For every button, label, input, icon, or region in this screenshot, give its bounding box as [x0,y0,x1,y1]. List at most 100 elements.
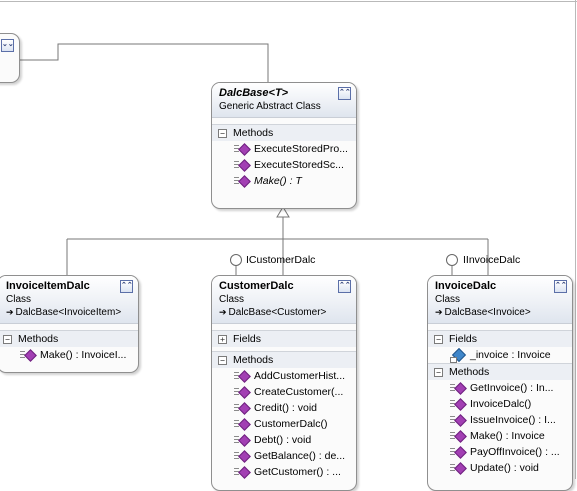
method-label: Credit() : void [254,402,318,414]
method-icon [20,349,37,362]
method-item[interactable]: Credit() : void [212,400,356,416]
class-title: CustomerDalc [219,280,294,292]
section-label: Methods [18,333,59,345]
class-shape-dalcbase[interactable]: DalcBase<T> Generic Abstract Class ⌃⌃ − … [211,82,357,209]
collapse-toggle-icon[interactable]: − [218,355,227,365]
methods-section-header[interactable]: − Methods [212,351,356,368]
method-item[interactable]: Make() : Invoice [428,428,572,444]
method-label: InvoiceDalc() [470,398,532,410]
method-icon [450,398,467,411]
method-label: IssueInvoice() : I... [470,414,556,426]
double-chevron-up-icon[interactable]: ⌃⌃ [554,280,567,293]
base-class-label: DalcBase<Invoice> [444,307,531,318]
double-chevron-up-icon[interactable]: ⌃⌃ [338,87,351,100]
field-label: _invoice : Invoice [470,349,551,361]
method-item[interactable]: ExecuteStoredSc... [212,157,356,173]
method-icon [450,382,467,395]
method-item[interactable]: GetCustomer() : ... [212,464,356,480]
method-item[interactable]: Make() : InvoiceI... [0,347,138,363]
method-icon [234,466,251,479]
method-label: Make() : InvoiceI... [40,349,127,361]
section-label: Methods [449,366,490,378]
inheritance-arrow-icon: ➔ [219,307,227,317]
interface-lollipop-icustomerdalc [230,254,242,266]
fields-section-header[interactable]: + Fields [212,330,356,347]
interface-label-icustomerdalc[interactable]: ICustomerDalc [246,254,315,266]
method-item[interactable]: ExecuteStoredPro... [212,141,356,157]
method-icon [234,370,251,383]
interface-lollipop-iinvoicedalc [446,254,458,266]
fields-section-header[interactable]: − Fields [428,330,572,347]
section-label: Methods [233,354,274,366]
methods-section-header[interactable]: − Methods [0,330,138,347]
method-item[interactable]: Make() : T [212,173,356,189]
class-title: InvoiceItemDalc [6,280,90,292]
method-label: ExecuteStoredPro... [254,143,348,155]
method-item[interactable]: PayOffInvoice() : ... [428,444,572,460]
method-item[interactable]: AddCustomerHist... [212,368,356,384]
class-header: DalcBase<T> Generic Abstract Class ⌃⌃ [212,83,356,118]
inheritance-info: ➔ DalcBase<InvoiceItem> [6,306,132,319]
class-stereotype: Generic Abstract Class [219,101,321,112]
method-label: Make() : T [254,175,302,187]
method-label: AddCustomerHist... [254,370,346,382]
class-title: InvoiceDalc [435,280,497,292]
double-chevron-up-icon[interactable]: ⌃⌃ [338,280,351,293]
method-item[interactable]: CustomerDalc() [212,416,356,432]
collapse-toggle-icon[interactable]: − [218,128,227,138]
section-label: Fields [449,333,478,345]
inheritance-info: ➔ DalcBase<Customer> [219,306,350,319]
method-icon [450,414,467,427]
method-item[interactable]: GetBalance() : de... [212,448,356,464]
method-label: CreateCustomer(... [254,386,344,398]
method-label: PayOffInvoice() : ... [470,446,560,458]
method-label: GetCustomer() : ... [254,466,341,478]
class-header: CustomerDalc Class ➔ DalcBase<Customer> ⌃… [212,276,356,324]
double-chevron-down-icon[interactable]: ⌄⌄ [1,39,14,52]
inheritance-arrow-icon: ➔ [6,307,14,317]
method-item[interactable]: Debt() : void [212,432,356,448]
method-icon [234,175,251,188]
collapse-toggle-icon[interactable]: − [434,334,443,344]
expand-toggle-icon[interactable]: + [218,334,227,344]
method-icon [450,462,467,475]
method-label: Update() : void [470,462,539,474]
base-class-label: DalcBase<InvoiceItem> [15,307,122,318]
method-item[interactable]: Update() : void [428,460,572,476]
inheritance-arrow-icon: ➔ [435,307,443,317]
class-header: InvoiceItemDalc Class ➔ DalcBase<InvoiceI… [0,276,138,324]
method-icon [234,143,251,156]
section-label: Fields [233,333,262,345]
field-item[interactable]: _invoice : Invoice [428,347,572,363]
class-shape-invoiceitemdalc[interactable]: InvoiceItemDalc Class ➔ DalcBase<InvoiceI… [0,275,139,373]
methods-section-header[interactable]: − Methods [212,124,356,141]
class-stereotype: Class [6,294,32,305]
method-icon [234,450,251,463]
double-chevron-up-icon[interactable]: ⌃⌃ [120,280,133,293]
interface-label-iinvoicedalc[interactable]: IInvoiceDalc [463,254,520,266]
method-item[interactable]: InvoiceDalc() [428,396,572,412]
method-icon [234,402,251,415]
method-label: CustomerDalc() [254,418,328,430]
class-stereotype: Class [219,294,245,305]
class-shape-customerdalc[interactable]: CustomerDalc Class ➔ DalcBase<Customer> ⌃… [211,275,357,491]
method-icon [450,430,467,443]
base-class-label: DalcBase<Customer> [228,307,327,318]
method-item[interactable]: GetInvoice() : In... [428,380,572,396]
class-shape-invoicedalc[interactable]: InvoiceDalc Class ➔ DalcBase<Invoice> ⌃⌃ … [427,275,573,491]
method-icon [234,418,251,431]
method-label: Make() : Invoice [470,430,545,442]
class-stereotype: Class [435,294,461,305]
collapsed-class-shape[interactable]: ⌄⌄ [0,33,20,83]
method-icon [234,386,251,399]
method-item[interactable]: IssueInvoice() : I... [428,412,572,428]
method-label: ExecuteStoredSc... [254,159,344,171]
method-item[interactable]: CreateCustomer(... [212,384,356,400]
inheritance-info: ➔ DalcBase<Invoice> [435,306,566,319]
class-header: InvoiceDalc Class ➔ DalcBase<Invoice> ⌃⌃ [428,276,572,324]
methods-section-header[interactable]: − Methods [428,363,572,380]
collapse-toggle-icon[interactable]: − [434,367,443,377]
field-icon [450,347,467,363]
collapse-toggle-icon[interactable]: − [3,334,12,344]
section-label: Methods [233,127,274,139]
